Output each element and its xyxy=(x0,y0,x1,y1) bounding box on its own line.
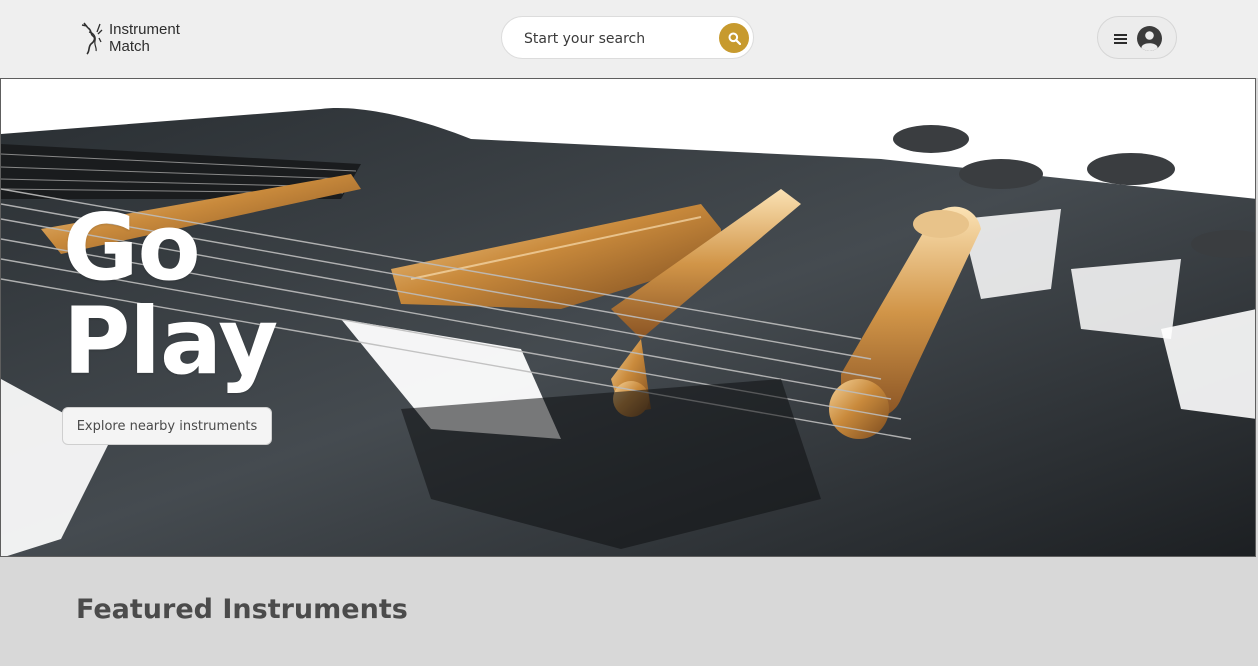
search-button[interactable] xyxy=(719,23,749,53)
search-icon xyxy=(728,32,741,45)
search-input[interactable] xyxy=(522,28,716,50)
hero-title-line-1: Go xyxy=(63,194,201,301)
top-navigation-bar: Instrument Match xyxy=(0,0,1258,78)
hero-banner: Go Play Explore nearby instruments xyxy=(0,78,1256,557)
search-bar xyxy=(501,16,754,59)
explore-nearby-button[interactable]: Explore nearby instruments xyxy=(62,407,272,445)
featured-instruments-heading: Featured Instruments xyxy=(76,594,408,625)
violin-logo-icon xyxy=(81,22,103,55)
logo-line-2: Match xyxy=(109,38,150,55)
hamburger-menu-icon xyxy=(1114,34,1127,44)
user-avatar-icon xyxy=(1137,26,1162,51)
hero-title-line-2: Play xyxy=(63,288,278,395)
logo-line-1: Instrument xyxy=(109,21,180,38)
instrument-match-logo[interactable]: Instrument Match xyxy=(78,20,180,56)
user-menu-button[interactable] xyxy=(1097,16,1177,59)
hero-title: Go Play xyxy=(63,194,278,395)
logo-wordmark: Instrument Match xyxy=(109,21,180,55)
